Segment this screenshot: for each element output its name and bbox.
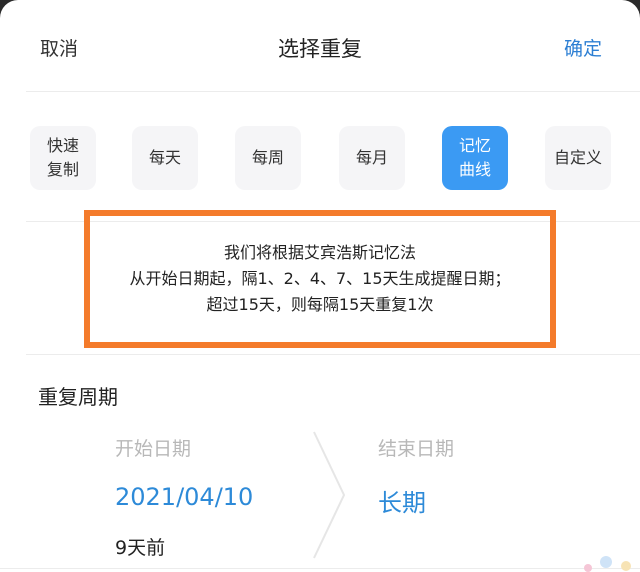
- memory-curve-description: 我们将根据艾宾浩斯记忆法 从开始日期起，隔1、2、4、7、15天生成提醒日期； …: [84, 210, 556, 348]
- bottom-divider: [0, 568, 640, 569]
- description-line-2: 从开始日期起，隔1、2、4、7、15天生成提醒日期；: [129, 269, 511, 288]
- end-date-label: 结束日期: [378, 438, 455, 460]
- description-line-3: 超过15天，则每隔15天重复1次: [206, 295, 434, 314]
- confirm-button[interactable]: 确定: [564, 34, 602, 61]
- end-date-value[interactable]: 长期: [378, 483, 426, 518]
- start-date-relative: 9天前: [115, 537, 166, 559]
- repeat-period-heading: 重复周期: [38, 385, 118, 409]
- description-line-1: 我们将根据艾宾浩斯记忆法: [223, 243, 416, 262]
- description-divider: [26, 354, 640, 355]
- decorative-pattern-icon: [584, 556, 631, 572]
- start-date-value[interactable]: 2021/04/10: [115, 483, 253, 511]
- page-title: 选择重复: [278, 37, 362, 61]
- chevron-right-icon: [313, 431, 346, 559]
- start-date-label: 开始日期: [115, 438, 192, 460]
- option-daily[interactable]: 每天: [132, 126, 198, 190]
- repeat-picker-sheet: 取消 选择重复 确定 快速 复制 每天 每周 每月 记忆 曲线 自定义 我们将根…: [0, 0, 640, 572]
- option-monthly[interactable]: 每月: [339, 126, 405, 190]
- header-bar: 取消 选择重复 确定: [0, 0, 640, 92]
- option-memory-curve[interactable]: 记忆 曲线: [442, 126, 508, 190]
- option-quick-copy[interactable]: 快速 复制: [30, 126, 96, 190]
- option-weekly[interactable]: 每周: [235, 126, 301, 190]
- option-custom[interactable]: 自定义: [545, 126, 611, 190]
- header-divider: [26, 91, 640, 92]
